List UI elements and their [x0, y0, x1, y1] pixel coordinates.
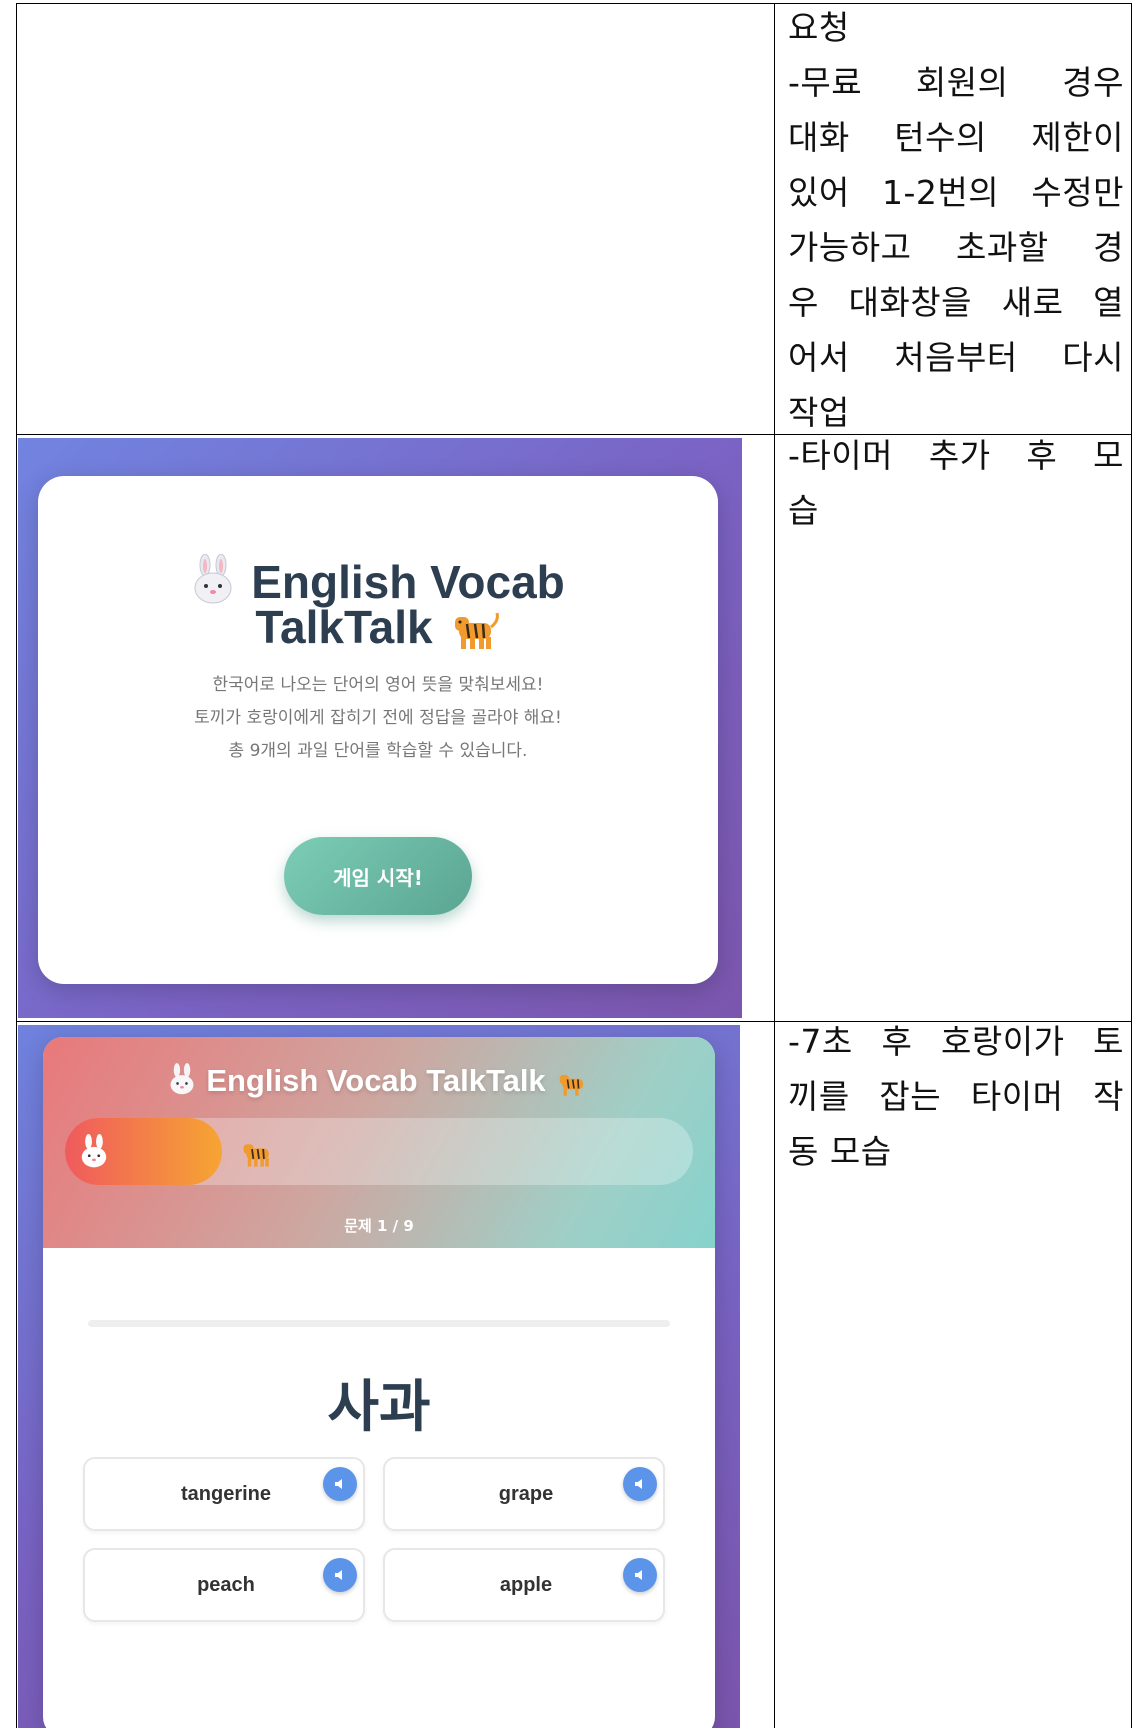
note-line: 끼를 잡는 타이머 작 [788, 1077, 1124, 1116]
tiger-icon [242, 1140, 276, 1172]
speaker-icon[interactable] [323, 1467, 357, 1501]
option-label: grape [498, 1482, 554, 1505]
table-column-divider [774, 3, 775, 1728]
timer-track [65, 1118, 693, 1185]
note-line: 우 대화창을 새로 열 [788, 283, 1124, 322]
answer-option-apple[interactable]: apple [383, 1548, 665, 1622]
note-line: -타이머 추가 후 모 [788, 436, 1124, 475]
korean-word: 사과 [327, 1375, 431, 1440]
game-panel: English Vocab TalkTalk 문제 1 / 9 사과 tange… [43, 1037, 715, 1728]
note-line: -7초 후 호랑이가 토 [788, 1022, 1124, 1061]
answer-option-grape[interactable]: grape [383, 1457, 665, 1531]
speaker-icon[interactable] [323, 1558, 357, 1592]
note-line: 습 [788, 491, 819, 530]
start-screen-screenshot: English Vocab TalkTalk 한국어로 나오는 단어의 영어 뜻… [18, 438, 742, 1018]
game-title-line2: TalkTalk [38, 600, 718, 662]
description-line: 토끼가 호랑이에게 잡히기 전에 정답을 골라야 해요! [194, 708, 562, 728]
rabbit-icon [79, 1134, 109, 1172]
note-line: 있어 1-2번의 수정만 [788, 173, 1124, 212]
note-line: 동 모습 [788, 1132, 892, 1171]
start-card: English Vocab TalkTalk 한국어로 나오는 단어의 영어 뜻… [38, 476, 718, 984]
tiger-icon [558, 1069, 590, 1105]
option-label: tangerine [180, 1482, 272, 1505]
note-line: 가능하고 초과할 경 [788, 228, 1124, 267]
option-label: peach [197, 1573, 255, 1596]
note-line: 어서 처음부터 다시 [788, 338, 1124, 377]
row1-note: 요청 -무료 회원의 경우 대화 턴수의 제한이 있어 1-2번의 수정만 가능… [788, 0, 1124, 440]
note-line: 대화 턴수의 제한이 [788, 118, 1124, 157]
game-screen-screenshot: English Vocab TalkTalk 문제 1 / 9 사과 tange… [18, 1025, 740, 1728]
divider [88, 1320, 670, 1327]
header-title: English Vocab TalkTalk [43, 1063, 715, 1105]
option-label: apple [499, 1573, 553, 1596]
tiger-icon [453, 608, 501, 662]
description-line: 총 9개의 과일 단어를 학습할 수 있습니다. [228, 741, 528, 761]
table-border-left [16, 3, 17, 1728]
row2-note: -타이머 추가 후 모 습 [788, 428, 1124, 538]
question-progress-label: 문제 1 / 9 [344, 1217, 414, 1235]
speaker-icon[interactable] [623, 1558, 657, 1592]
note-line: 요청 [788, 8, 850, 47]
answer-option-peach[interactable]: peach [83, 1548, 365, 1622]
row3-note: -7초 후 호랑이가 토 끼를 잡는 타이머 작 동 모습 [788, 1014, 1124, 1179]
game-header: English Vocab TalkTalk 문제 1 / 9 [43, 1037, 715, 1248]
game-description: 한국어로 나오는 단어의 영어 뜻을 맞춰보세요! 토끼가 호랑이에게 잡히기 … [38, 669, 718, 768]
start-game-button[interactable]: 게임 시작! [284, 837, 472, 915]
answer-option-tangerine[interactable]: tangerine [83, 1457, 365, 1531]
note-line: -무료 회원의 경우 [788, 63, 1124, 102]
description-line: 한국어로 나오는 단어의 영어 뜻을 맞춰보세요! [212, 675, 544, 695]
rabbit-icon [168, 1063, 196, 1103]
speaker-icon[interactable] [623, 1467, 657, 1501]
